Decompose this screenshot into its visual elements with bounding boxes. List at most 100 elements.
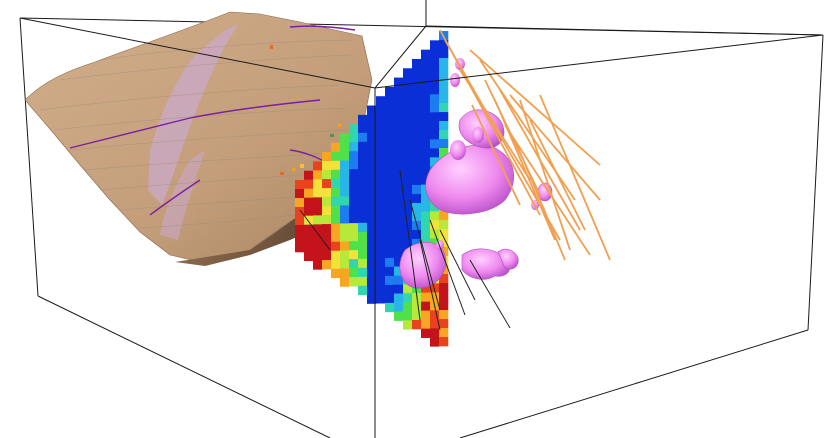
block-cell	[421, 49, 431, 59]
block-cell	[439, 310, 449, 320]
block-cell	[403, 122, 413, 132]
block-cell	[331, 241, 341, 252]
block-cell	[376, 150, 386, 160]
block-cell	[412, 166, 422, 177]
block-cell	[322, 161, 332, 171]
block-cell	[385, 140, 395, 151]
block-cell	[412, 184, 422, 195]
block-cell	[340, 169, 350, 179]
block-cell	[331, 214, 341, 225]
block-cell	[331, 268, 341, 279]
block-cell	[313, 179, 323, 189]
block-cell	[322, 188, 332, 198]
block-cell	[430, 337, 440, 347]
block-cell	[430, 85, 440, 95]
block-cell	[403, 212, 413, 222]
block-cell	[313, 161, 323, 171]
block-cell	[403, 149, 413, 159]
block-cell	[421, 130, 431, 140]
block-cell	[421, 85, 431, 95]
block-cell	[385, 122, 395, 133]
block-cell	[340, 214, 350, 224]
block-cell	[340, 259, 350, 269]
block-cell	[376, 204, 386, 214]
block-cell	[421, 139, 431, 149]
block-cell	[322, 260, 332, 270]
block-cell	[412, 121, 422, 132]
block-cell	[331, 196, 341, 207]
block-cell	[376, 213, 386, 223]
block-cell	[358, 267, 368, 278]
block-cell	[385, 221, 395, 232]
block-cell	[358, 177, 368, 188]
block-cell	[421, 94, 431, 104]
block-cell	[412, 175, 422, 186]
block-cell	[439, 67, 449, 77]
block-cell	[421, 328, 431, 338]
block-cell	[412, 67, 422, 78]
block-cell	[385, 86, 395, 97]
block-cell	[394, 113, 404, 123]
block-cell	[358, 114, 368, 125]
block-cell	[376, 168, 386, 178]
block-cell	[331, 259, 341, 270]
block-cell	[412, 157, 422, 168]
block-cell	[349, 214, 359, 224]
block-cell	[394, 122, 404, 132]
block-cell	[349, 232, 359, 242]
3d-scene-canvas[interactable]	[0, 0, 835, 438]
isosurface-shell[interactable]	[472, 127, 484, 143]
block-cell	[349, 187, 359, 197]
block-cell	[295, 180, 305, 190]
block-cell	[412, 58, 422, 69]
block-cell	[331, 232, 341, 243]
block-cell	[412, 76, 422, 87]
block-cell	[295, 243, 305, 253]
block-cell	[331, 151, 341, 162]
block-cell	[322, 170, 332, 180]
isosurface-shell[interactable]	[450, 140, 466, 160]
block-cell	[421, 301, 431, 311]
block-cell	[304, 188, 314, 198]
block-cell	[412, 103, 422, 114]
block-cell	[403, 185, 413, 195]
block-cell	[385, 257, 395, 268]
block-cell	[313, 197, 323, 207]
block-cell	[376, 267, 386, 277]
block-cell	[394, 239, 404, 249]
block-cell	[295, 216, 305, 226]
block-cell	[358, 222, 368, 233]
block-cell	[394, 221, 404, 231]
block-cell	[430, 310, 440, 320]
block-cell	[439, 337, 449, 347]
block-cell	[439, 301, 449, 311]
isosurface-shell[interactable]	[450, 73, 460, 87]
block-cell	[430, 103, 440, 113]
block-cell	[385, 248, 395, 259]
block-cell	[385, 212, 395, 223]
block-cell	[430, 40, 440, 50]
block-cell	[358, 249, 368, 260]
block-cell	[430, 328, 440, 338]
block-cell	[322, 197, 332, 207]
block-cell	[403, 293, 413, 303]
block-cell	[376, 186, 386, 196]
block-cell	[376, 96, 386, 106]
block-cell	[421, 121, 431, 131]
block-cell	[376, 141, 386, 151]
block-cell	[385, 230, 395, 241]
block-cell	[304, 251, 314, 261]
block-cell	[349, 196, 359, 206]
block-cell	[358, 231, 368, 242]
block-cell	[421, 112, 431, 122]
block-cell	[421, 211, 431, 221]
3d-viewport[interactable]	[0, 0, 835, 438]
block-cell	[421, 292, 431, 302]
block-cell	[385, 158, 395, 169]
block-cell	[358, 213, 368, 224]
block-cell	[331, 178, 341, 189]
block-cell	[385, 167, 395, 178]
block-cell	[349, 124, 359, 134]
block-cell	[412, 148, 422, 159]
block-cell	[421, 310, 431, 320]
